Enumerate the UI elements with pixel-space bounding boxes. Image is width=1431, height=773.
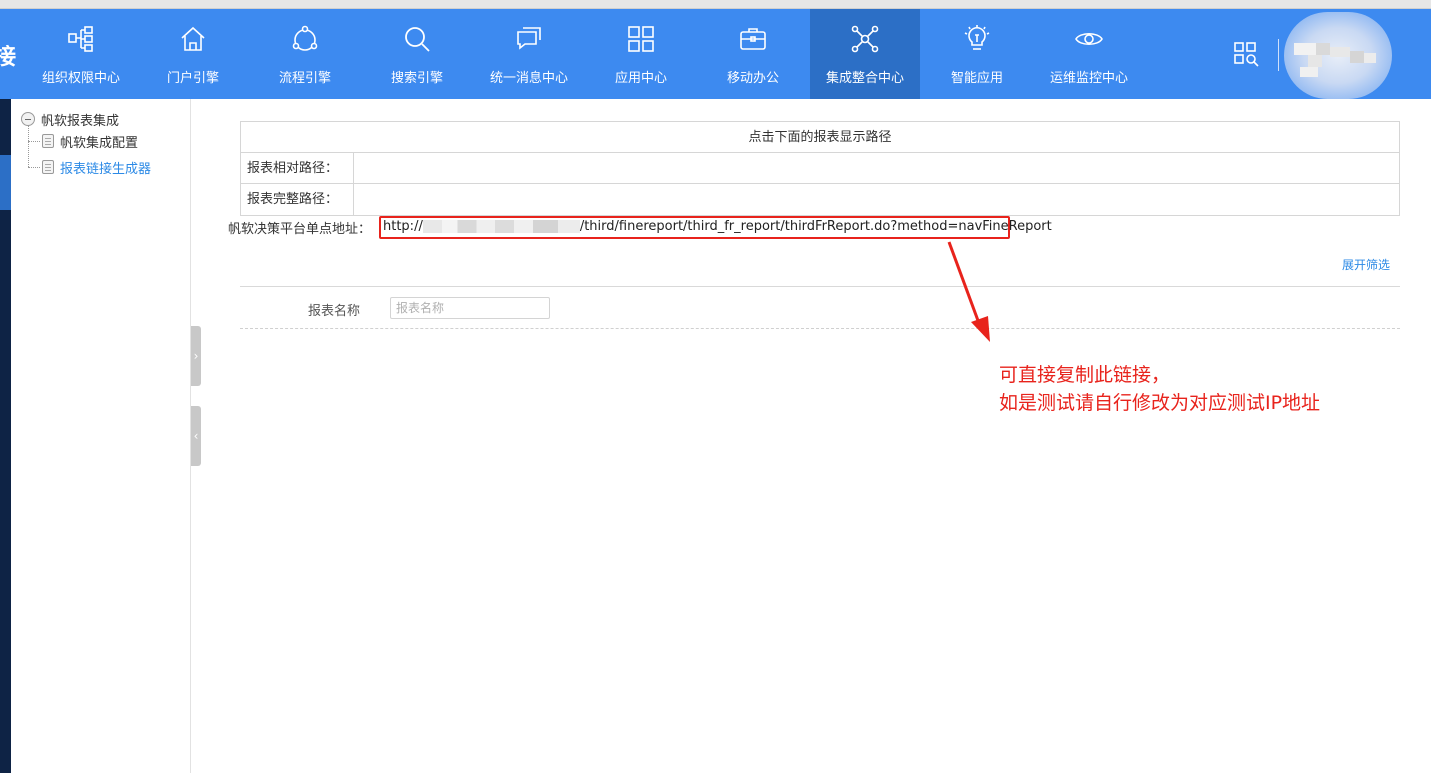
nav-label: 流程引擎 xyxy=(278,71,331,86)
eye-icon xyxy=(1074,24,1104,54)
full-path-value[interactable] xyxy=(354,184,1399,215)
report-path-table: 点击下面的报表显示路径 报表相对路径： 报表完整路径： xyxy=(240,121,1400,216)
nav-mobile-office[interactable]: 移动办公 xyxy=(698,9,808,99)
tree-root-label: 帆软报表集成 xyxy=(41,113,120,129)
header-divider xyxy=(1278,39,1279,71)
annotation-note: 可直接复制此链接， 如是测试请自行修改为对应测试IP地址 xyxy=(999,361,1320,417)
report-name-label: 报表名称 xyxy=(308,304,361,319)
nav-unified-message-center[interactable]: 统一消息中心 xyxy=(474,9,584,99)
top-navigation-bar: 接 组织权限中心 门户引擎 流程引擎 搜索引擎 统一消息中心 应用中心 移动办公… xyxy=(0,9,1431,99)
network-nodes-icon xyxy=(850,24,880,54)
nav-process-engine[interactable]: 流程引擎 xyxy=(250,9,360,99)
annotation-line-1: 可直接复制此链接， xyxy=(999,364,1171,386)
full-path-row: 报表完整路径： xyxy=(241,184,1399,215)
annotation-line-2: 如是测试请自行修改为对应测试IP地址 xyxy=(999,392,1321,414)
nav-label: 移动办公 xyxy=(726,71,779,86)
relative-path-label: 报表相对路径： xyxy=(241,153,354,183)
file-icon xyxy=(42,160,54,174)
tree-panel: 帆软报表集成 帆软集成配置 报表链接生成器 xyxy=(11,99,191,773)
nav-integration-center[interactable]: 集成整合中心 xyxy=(810,9,920,99)
path-table-title: 点击下面的报表显示路径 xyxy=(241,122,1399,153)
nav-ops-monitoring-center[interactable]: 运维监控中心 xyxy=(1034,9,1144,99)
nav-label: 运维监控中心 xyxy=(1049,71,1128,86)
search-icon xyxy=(402,24,432,54)
sso-url-suffix: /third/finereport/third_fr_report/thirdF… xyxy=(579,219,1052,234)
nav-application-center[interactable]: 应用中心 xyxy=(586,9,696,99)
collapse-icon[interactable] xyxy=(21,112,35,126)
collapse-panel-handle[interactable]: ‹ xyxy=(191,406,201,466)
relative-path-value[interactable] xyxy=(354,153,1399,183)
expand-filter-link[interactable]: 展开筛选 xyxy=(1342,256,1390,273)
nav-label: 统一消息中心 xyxy=(489,71,568,86)
left-collapsed-sidebar xyxy=(0,99,11,773)
process-cycle-icon xyxy=(290,24,320,54)
nav-intelligent-application[interactable]: 智能应用 xyxy=(922,9,1032,99)
sso-url-prefix: http:// xyxy=(383,219,423,234)
tree-connector xyxy=(28,140,40,142)
home-icon xyxy=(178,24,208,54)
nav-org-permission-center[interactable]: 组织权限中心 xyxy=(26,9,136,99)
nav-label: 智能应用 xyxy=(950,71,1003,86)
file-icon xyxy=(42,134,54,148)
nav-label: 应用中心 xyxy=(614,71,667,86)
divider xyxy=(240,286,1400,287)
divider-dashed xyxy=(240,328,1400,329)
expand-panel-handle[interactable]: › xyxy=(191,326,201,386)
redacted-host xyxy=(422,220,580,233)
brand-title-fragment: 接 xyxy=(0,45,17,70)
chevron-right-icon: › xyxy=(193,349,199,363)
org-chart-icon xyxy=(66,24,96,54)
sidebar-active-indicator xyxy=(0,155,11,210)
nav-label: 门户引擎 xyxy=(166,71,219,86)
nav-label: 搜索引擎 xyxy=(390,71,443,86)
relative-path-row: 报表相对路径： xyxy=(241,153,1399,184)
grid-icon xyxy=(626,24,656,54)
nav-label: 集成整合中心 xyxy=(825,71,904,86)
report-name-input[interactable] xyxy=(390,297,550,319)
tree-connector xyxy=(28,166,40,168)
tree-root-finereport-integration[interactable]: 帆软报表集成 xyxy=(21,109,119,129)
nav-search-engine[interactable]: 搜索引擎 xyxy=(362,9,472,99)
sso-url-text[interactable]: http:// /third/finereport/third_fr_report… xyxy=(383,219,1052,234)
tree-item-label: 报表链接生成器 xyxy=(60,161,152,177)
browser-top-edge xyxy=(0,0,1431,9)
tree-item-report-link-generator[interactable]: 报表链接生成器 xyxy=(28,157,151,177)
lightbulb-icon xyxy=(962,24,992,54)
user-avatar[interactable] xyxy=(1284,12,1392,99)
nav-portal-engine[interactable]: 门户引擎 xyxy=(138,9,248,99)
tree-item-finereport-config[interactable]: 帆软集成配置 xyxy=(28,131,138,151)
apps-search-icon[interactable] xyxy=(1232,40,1260,68)
chevron-left-icon: ‹ xyxy=(193,429,199,443)
annotation-arrow xyxy=(947,241,990,342)
briefcase-icon xyxy=(738,24,768,54)
tree-item-label: 帆软集成配置 xyxy=(60,135,139,151)
nav-label: 组织权限中心 xyxy=(41,71,120,86)
message-icon xyxy=(514,24,544,54)
sso-address-label: 帆软决策平台单点地址： xyxy=(228,222,372,237)
full-path-label: 报表完整路径： xyxy=(241,184,354,215)
